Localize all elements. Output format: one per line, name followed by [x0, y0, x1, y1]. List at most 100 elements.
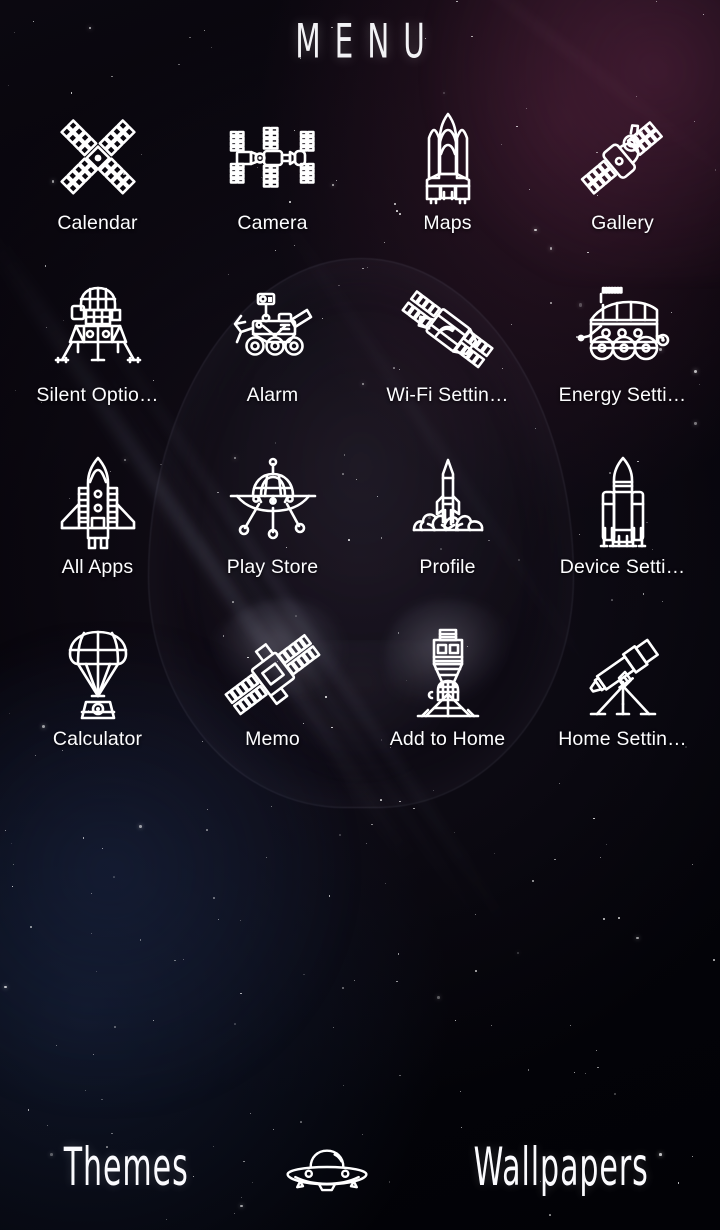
star [113, 876, 116, 878]
app-label: Play Store [226, 556, 319, 578]
star [597, 1066, 599, 1069]
star [353, 979, 355, 982]
app-icon-play-store[interactable]: Play Store [185, 444, 360, 616]
app-icon-alarm[interactable]: Alarm [185, 272, 360, 444]
app-label: All Apps [61, 556, 134, 578]
star [271, 806, 273, 808]
star [240, 920, 242, 922]
star [569, 1024, 572, 1027]
star [303, 973, 305, 976]
star [332, 1026, 335, 1029]
ufo-saucer-icon[interactable] [272, 1132, 382, 1202]
star [70, 92, 73, 95]
star [90, 892, 93, 895]
space-probe-diagonal-icon [396, 278, 500, 382]
star [554, 858, 556, 861]
app-label: Maps [423, 212, 472, 234]
app-icon-profile[interactable]: Profile [360, 444, 535, 616]
star [10, 843, 12, 845]
star [593, 817, 595, 820]
app-label: Add to Home [389, 728, 506, 750]
star [713, 958, 716, 961]
star [12, 864, 14, 866]
parachute-capsule-icon [46, 622, 150, 726]
wallpapers-button[interactable]: Wallpapers [473, 1136, 648, 1197]
star [493, 853, 495, 855]
star [152, 1020, 154, 1022]
star [56, 1045, 58, 1047]
star [397, 953, 400, 956]
themes-button[interactable]: Themes [64, 1136, 189, 1197]
app-label: Memo [245, 728, 300, 750]
star [437, 996, 441, 999]
star [365, 843, 367, 845]
app-icon-maps[interactable]: Maps [360, 100, 535, 272]
app-label: Calendar [57, 212, 138, 234]
star [599, 856, 602, 859]
telescope-tripod-icon [571, 622, 675, 726]
star [92, 1053, 95, 1056]
bottom-dock: Themes Wallpapers [0, 1114, 720, 1230]
app-label: Alarm [246, 384, 299, 406]
star [595, 1049, 597, 1051]
star [27, 1109, 30, 1112]
space-shuttle-launch-stack-icon [396, 106, 500, 210]
app-icon-camera[interactable]: Camera [185, 100, 360, 272]
app-grid: Calendar Camera Maps Gallery Silent Opti… [10, 100, 710, 788]
home-screen-menu: MENU Calendar Camera Maps Gallery Silent… [0, 0, 720, 1230]
star [396, 981, 398, 983]
star [12, 885, 14, 887]
star [206, 808, 209, 811]
star [218, 919, 220, 921]
app-label: Home Settin… [558, 728, 687, 750]
star [91, 933, 93, 935]
satellite-solar-arrays-icon [221, 622, 325, 726]
star [82, 837, 85, 840]
star [455, 1019, 457, 1021]
app-icon-gallery[interactable]: Gallery [535, 100, 710, 272]
star [4, 985, 7, 988]
app-icon-calculator[interactable]: Calculator [10, 616, 185, 788]
star [584, 1073, 586, 1075]
star [413, 807, 415, 810]
mars-rover-icon [221, 278, 325, 382]
star [101, 847, 104, 850]
star [343, 1084, 345, 1087]
star [338, 834, 341, 836]
app-icon-calendar[interactable]: Calendar [10, 100, 185, 272]
star [433, 789, 435, 791]
app-label: Silent Optio… [36, 384, 159, 406]
star [474, 914, 476, 916]
star [603, 918, 605, 920]
star [384, 883, 386, 885]
moon-buggy-rover-icon [571, 278, 675, 382]
app-label: Device Setti… [559, 556, 686, 578]
ufo-saucer-legs-icon [221, 450, 325, 554]
star [139, 939, 142, 941]
rocket-liftoff-smoke-icon [396, 450, 500, 554]
app-label: Profile [419, 556, 476, 578]
star [573, 1071, 575, 1074]
app-label: Gallery [591, 212, 654, 234]
star [265, 857, 268, 859]
star [635, 936, 639, 940]
app-icon-device-setti[interactable]: Device Setti… [535, 444, 710, 616]
star [618, 917, 620, 919]
app-icon-silent-optio[interactable]: Silent Optio… [10, 272, 185, 444]
app-icon-wi-fi-settin[interactable]: Wi-Fi Settin… [360, 272, 535, 444]
app-label: Camera [237, 212, 308, 234]
app-icon-memo[interactable]: Memo [185, 616, 360, 788]
star [101, 1098, 103, 1101]
star [234, 1022, 236, 1025]
app-icon-all-apps[interactable]: All Apps [10, 444, 185, 616]
app-icon-home-settin[interactable]: Home Settin… [535, 616, 710, 788]
satellite-x-panels-icon [46, 106, 150, 210]
app-label: Energy Setti… [558, 384, 687, 406]
app-icon-add-to-home[interactable]: Add to Home [360, 616, 535, 788]
star [139, 825, 142, 828]
star [96, 971, 98, 973]
app-icon-energy-setti[interactable]: Energy Setti… [535, 272, 710, 444]
star [399, 801, 401, 803]
page-title: MENU [295, 14, 439, 70]
shuttle-orbiter-front-icon [46, 450, 150, 554]
